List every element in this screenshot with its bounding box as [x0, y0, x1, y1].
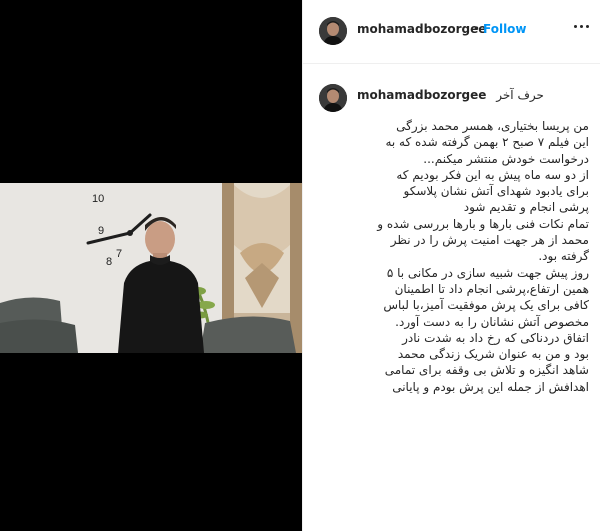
caption-line: روز پیش جهت شبیه سازی در مکانی با ۵ [386, 265, 589, 280]
caption-username-link[interactable]: mohamadbozorgee [357, 88, 486, 102]
follow-button[interactable]: Follow [483, 22, 527, 36]
video-player[interactable]: 10 9 8 7 [0, 183, 302, 353]
caption-line: گرفته بود. [538, 249, 589, 264]
caption-line: از دو سه ماه پیش به این فکر بودیم که [396, 167, 589, 182]
caption-line: درخواست خودش منتشر میکنم... [423, 151, 589, 166]
clock-number-8: 8 [106, 256, 112, 268]
clock-number-9: 9 [98, 225, 104, 237]
separator-dot: • [473, 22, 481, 36]
caption-header: mohamadbozorgee حرف آخر [357, 88, 544, 102]
caption-title: حرف آخر [496, 88, 544, 102]
caption-line: این فیلم ۷ صبح ۲ بهمن گرفته شده که به [385, 135, 589, 150]
instagram-post-modal: 10 9 8 7 mohamadbozorgee • Follow mohama… [0, 0, 600, 531]
caption-line: اتفاق دردناکی که رخ داد به شدت نادر [402, 330, 589, 345]
video-frame: 10 9 8 7 [0, 183, 302, 353]
caption-text: من پریسا بختیاری، همسر محمد بزرگی این فی… [353, 118, 589, 395]
username-link[interactable]: mohamadbozorgee [357, 22, 486, 36]
caption-line: بود و من به عنوان شریک زندگی محمد [397, 347, 589, 362]
post-media: 10 9 8 7 [0, 0, 302, 531]
clock-number-10: 10 [92, 193, 104, 205]
caption-line: پرشی انجام و تقدیم شود [463, 200, 589, 215]
post-header: mohamadbozorgee • Follow [303, 0, 600, 64]
clock-number-7: 7 [116, 248, 122, 260]
caption-line: اهدافش از جمله این پرش بودم و پایانی [392, 379, 589, 394]
caption-line: همین ارتفاع،پرشی انجام داد تا اطمینان [394, 281, 589, 296]
caption-line: من پریسا بختیاری، همسر محمد بزرگی [396, 119, 589, 133]
caption-avatar[interactable] [319, 84, 347, 112]
avatar[interactable] [319, 17, 347, 45]
caption-line: شاهد انگیزه و تلاش بی وقفه برای تمامی [384, 363, 589, 378]
caption-line: برای یادبود شهدای آتش نشان پلاسکو [403, 184, 589, 199]
post-sidebar: mohamadbozorgee • Follow mohamadbozorgee… [302, 0, 600, 531]
caption-line: کافی برای یک پرش موفقیت آمیز،با لباس [383, 298, 589, 313]
caption-line: مخصوص آتش نشانان را به دست آورد. [395, 314, 589, 329]
caption-line: محمد از هر جهت امنیت پرش را در نظر [390, 233, 589, 248]
caption-line: تمام نکات فنی بارها و بارها بررسی شده و [377, 216, 589, 231]
more-options-icon[interactable] [574, 25, 589, 28]
